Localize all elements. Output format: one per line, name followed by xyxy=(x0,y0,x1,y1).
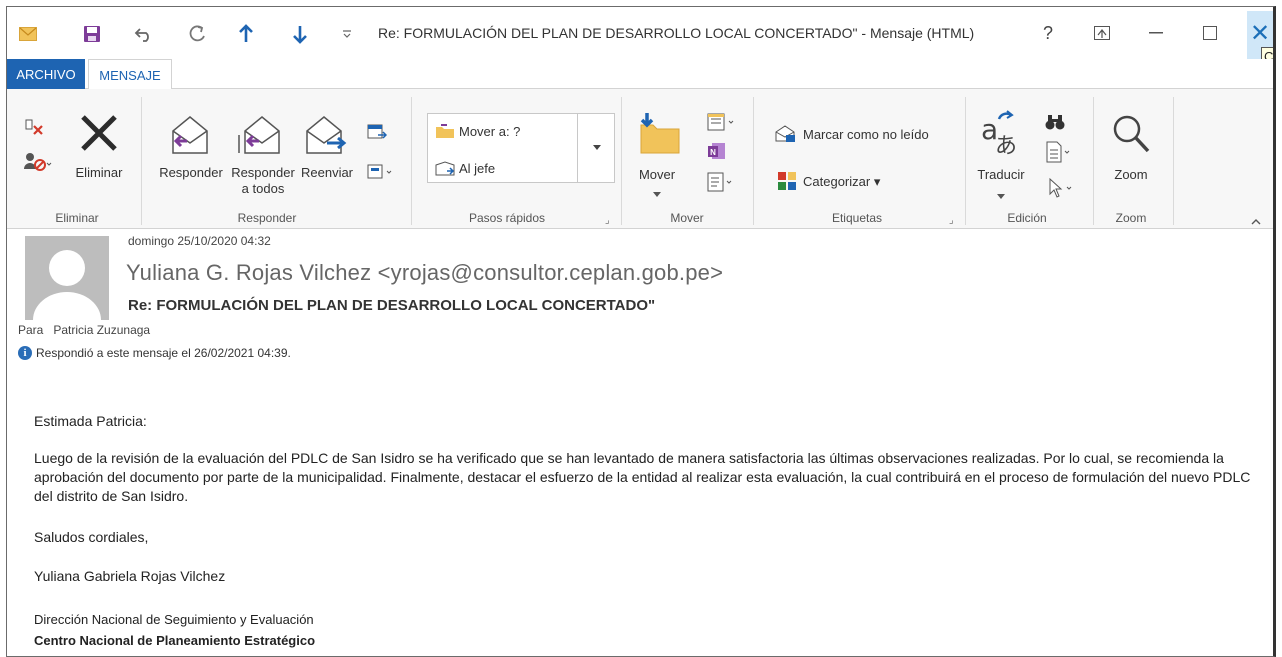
window-title: Re: FORMULACIÓN DEL PLAN DE DESARROLLO L… xyxy=(378,25,975,41)
dialog-launcher-icon[interactable]: ⌟ xyxy=(949,215,954,226)
more-respond-icon[interactable] xyxy=(367,163,395,186)
info-icon: i xyxy=(18,346,32,360)
redo-icon[interactable] xyxy=(185,21,211,47)
quick-steps-expand-button[interactable] xyxy=(577,113,615,183)
save-icon[interactable] xyxy=(79,21,105,47)
message-subject: Re: FORMULACIÓN DEL PLAN DE DESARROLLO L… xyxy=(128,297,656,314)
translate-button[interactable]: Traducir xyxy=(971,167,1031,183)
group-label-responder: Responder xyxy=(237,211,297,225)
group-label-etiquetas: Etiquetas xyxy=(831,211,883,225)
find-binoculars-icon[interactable] xyxy=(1045,113,1065,136)
translate-icon[interactable]: aあ xyxy=(979,109,1019,160)
collapse-ribbon-icon[interactable] xyxy=(1251,213,1261,231)
body-greeting: Estimada Patricia: xyxy=(34,413,147,429)
group-label-mover: Mover xyxy=(670,211,704,225)
reply-icon[interactable] xyxy=(167,113,213,162)
ribbon-display-options-icon[interactable] xyxy=(1087,17,1117,49)
signature-name: Yuliana Gabriela Rojas Vilchez xyxy=(34,568,226,584)
cleanup-junk-icon[interactable] xyxy=(23,151,53,178)
group-divider xyxy=(1173,97,1174,225)
ribbon: Eliminar Eliminar Responder Responder a … xyxy=(7,89,1273,229)
quick-step-al-jefe[interactable]: Al jefe xyxy=(459,161,495,177)
group-label-eliminar: Eliminar xyxy=(55,211,99,225)
reply-all-icon[interactable] xyxy=(233,113,285,162)
onenote-icon[interactable]: N xyxy=(707,141,727,166)
move-folder-icon[interactable] xyxy=(637,111,683,162)
zoom-magnifier-icon[interactable] xyxy=(1111,113,1151,160)
forward-icon[interactable] xyxy=(303,113,349,162)
sender-avatar xyxy=(25,236,109,320)
minimize-icon[interactable] xyxy=(1141,17,1171,49)
delete-icon[interactable] xyxy=(77,111,121,160)
forward-button[interactable]: Reenviar xyxy=(297,165,357,181)
svg-text:N: N xyxy=(710,148,716,157)
translate-dropdown-icon[interactable] xyxy=(997,187,1005,205)
select-cursor-icon[interactable] xyxy=(1047,177,1075,204)
info-bar[interactable]: i Respondió a este mensaje el 26/02/2021… xyxy=(18,346,291,360)
group-divider xyxy=(411,97,412,225)
previous-item-up-arrow-icon[interactable] xyxy=(233,21,259,47)
related-icon[interactable] xyxy=(1045,141,1073,168)
undo-icon[interactable] xyxy=(131,21,157,47)
meeting-reply-icon[interactable] xyxy=(367,123,388,146)
move-button[interactable]: Mover xyxy=(627,167,687,183)
rules-icon[interactable] xyxy=(707,111,735,138)
mark-unread-icon[interactable] xyxy=(775,125,797,148)
reply-all-label-line2: a todos xyxy=(241,181,285,196)
group-divider xyxy=(621,97,622,225)
group-label-zoom: Zoom xyxy=(1115,211,1147,225)
categorize-icon[interactable] xyxy=(777,171,797,196)
group-divider xyxy=(753,97,754,225)
info-text: Respondió a este mensaje el 26/02/2021 0… xyxy=(36,346,291,360)
mark-unread-button[interactable]: Marcar como no leído xyxy=(803,127,929,143)
reply-all-label-line1: Responder xyxy=(231,165,295,180)
maximize-icon[interactable] xyxy=(1195,17,1225,49)
outlook-message-window: Re: FORMULACIÓN DEL PLAN DE DESARROLLO L… xyxy=(6,6,1276,657)
zoom-button[interactable]: Zoom xyxy=(1101,167,1161,183)
reply-button[interactable]: Responder xyxy=(155,165,227,181)
title-bar: Re: FORMULACIÓN DEL PLAN DE DESARROLLO L… xyxy=(7,7,1273,67)
help-button[interactable]: ? xyxy=(1035,17,1061,49)
signature-department: Dirección Nacional de Seguimiento y Eval… xyxy=(34,612,314,627)
categorize-button[interactable]: Categorizar ▾ xyxy=(803,174,880,190)
group-divider xyxy=(141,97,142,225)
customize-quick-access-icon[interactable] xyxy=(337,21,357,47)
quick-step-mover-a[interactable]: Mover a: ? xyxy=(459,124,520,140)
delete-button[interactable]: Eliminar xyxy=(67,165,131,181)
tab-mensaje[interactable]: MENSAJE xyxy=(88,59,172,90)
message-date: domingo 25/10/2020 04:32 xyxy=(128,234,271,248)
message-from[interactable]: Yuliana G. Rojas Vilchez <yrojas@consult… xyxy=(126,260,723,286)
dialog-launcher-icon[interactable]: ⌟ xyxy=(605,215,610,226)
recipient-name[interactable]: Patricia Zuzunaga xyxy=(53,323,150,337)
group-divider xyxy=(1093,97,1094,225)
svg-text:あ: あ xyxy=(995,134,1017,155)
move-to-folder-icon[interactable] xyxy=(435,123,455,144)
group-label-edicion: Edición xyxy=(1007,211,1047,225)
recipient-row: Para Patricia Zuzunaga xyxy=(18,323,150,337)
reply-all-button[interactable]: Responder a todos xyxy=(227,165,299,197)
actions-icon[interactable] xyxy=(707,171,735,198)
categorize-label: Categorizar xyxy=(803,174,871,189)
ignore-icon[interactable] xyxy=(23,117,45,142)
group-divider xyxy=(965,97,966,225)
body-closing: Saludos cordiales, xyxy=(34,529,149,545)
mail-icon[interactable] xyxy=(15,21,41,47)
group-label-pasos-rapidos: Pasos rápidos xyxy=(468,211,546,225)
ribbon-tab-bar: ARCHIVO MENSAJE xyxy=(7,59,1273,90)
tab-archivo[interactable]: ARCHIVO xyxy=(7,59,85,89)
to-manager-icon[interactable] xyxy=(435,161,455,182)
signature-organization: Centro Nacional de Planeamiento Estratég… xyxy=(34,633,316,648)
move-dropdown-icon[interactable] xyxy=(653,185,661,203)
next-item-down-arrow-icon[interactable] xyxy=(287,21,313,47)
body-paragraph: Luego de la revisión de la evaluación de… xyxy=(34,450,1251,504)
to-label: Para xyxy=(18,323,44,337)
